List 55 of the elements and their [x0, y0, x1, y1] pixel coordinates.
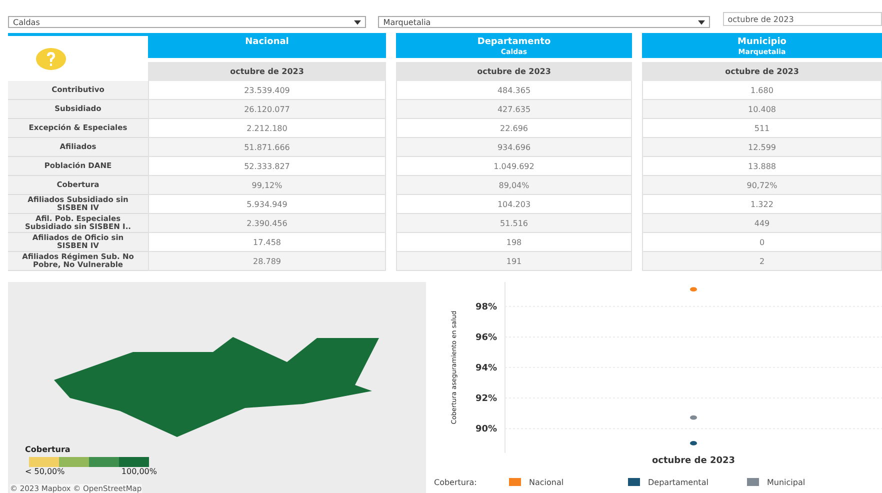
table-cell: 2 [642, 252, 882, 271]
table-cell: 104.203 [396, 195, 632, 214]
table-cell: 0 [642, 233, 882, 252]
legend-title: Cobertura: [434, 478, 478, 486]
table-cell: 99,12% [148, 176, 386, 195]
table-cell: 934.696 [396, 138, 632, 157]
column-header: octubre de 2023 [148, 62, 386, 81]
column-header: octubre de 2023 [642, 62, 882, 81]
caret-icon [354, 20, 362, 24]
table-cell: 2.212.180 [148, 119, 386, 138]
table-cell: 12.599 [642, 138, 882, 157]
panel-title: Departamento [477, 37, 551, 48]
legend-label: Nacional [529, 478, 564, 486]
legend-title: Cobertura [25, 444, 72, 455]
date-field[interactable]: octubre de 2023 [722, 12, 882, 26]
axis-tick: 94% [475, 364, 497, 374]
table-cell: 90,72% [642, 176, 882, 195]
table-cell: 198 [396, 233, 632, 252]
legend-label: 100,00% [121, 467, 157, 477]
table-cell: 511 [642, 119, 882, 138]
panel-title: Nacional [245, 37, 289, 48]
column-header: octubre de 2023 [396, 62, 632, 81]
table-cell: 17.458 [148, 233, 386, 252]
dropdown[interactable]: Caldas [8, 16, 366, 28]
help-icon[interactable] [36, 48, 66, 70]
legend-label: < 50,00% [25, 467, 65, 477]
axis-tick: 90% [475, 424, 497, 435]
table-cell: 2.390.456 [148, 214, 386, 233]
table-cell: 1.680 [642, 81, 882, 100]
axis-tick: 98% [475, 302, 497, 312]
table-cell: 484.365 [396, 81, 632, 100]
table-cell: 22.696 [396, 119, 632, 138]
axis-label: octubre de 2023 [652, 456, 736, 466]
table-cell: 89,04% [396, 176, 632, 195]
table-cell: 1.049.692 [396, 157, 632, 176]
table-cell: 52.333.827 [148, 157, 386, 176]
table-cell: 13.888 [642, 157, 882, 176]
table-cell: 51.871.666 [148, 138, 386, 157]
table-cell: 191 [396, 252, 632, 271]
table-cell: 26.120.077 [148, 100, 386, 119]
table-cell: 28.789 [148, 252, 386, 271]
caret-icon [698, 20, 705, 24]
legend-label: Departamental [648, 478, 708, 486]
axis-tick: 92% [475, 394, 497, 404]
table-cell: 10.408 [642, 100, 882, 119]
table-cell: 449 [642, 214, 882, 233]
table-cell: 23.539.409 [148, 81, 386, 100]
dropdown[interactable]: Marquetalia [378, 16, 710, 28]
axis-tick: 96% [475, 332, 497, 343]
table-cell: 5.934.949 [148, 195, 386, 214]
panel-title: Municipio [738, 37, 786, 48]
table-cell: 427.635 [396, 100, 632, 119]
legend-label: Municipal [767, 478, 806, 486]
table-cell: 1.322 [642, 195, 882, 214]
table-cell: 51.516 [396, 214, 632, 233]
